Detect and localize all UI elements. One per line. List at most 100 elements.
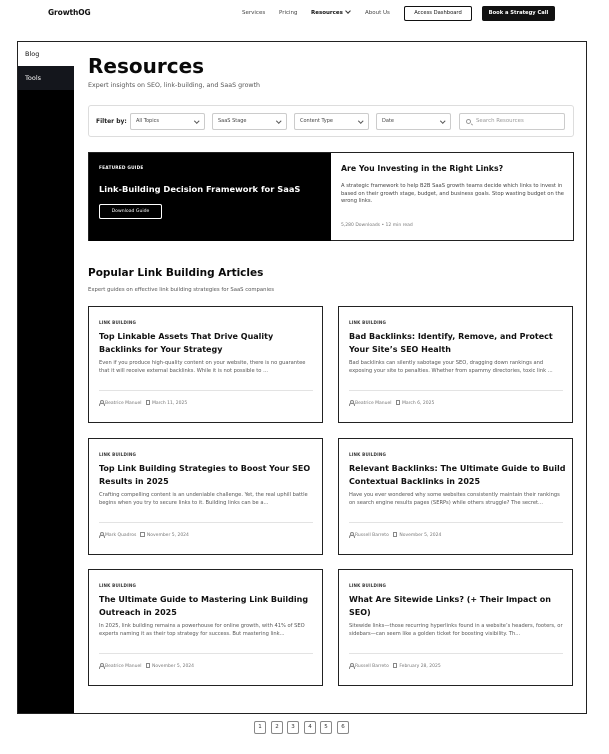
saas-stage-select-value: SaaS Stage [218,118,247,124]
featured-title: Link-Building Decision Framework for Saa… [99,184,301,194]
book-strategy-call-button[interactable]: Book a Strategy Call [482,6,555,21]
download-guide-button[interactable]: Download Guide [99,204,162,219]
article-date: November 5, 2024 [146,533,189,538]
article-meta: Beatrice Manuel March 6, 2025 [349,399,434,406]
topics-select-value: All Topics [136,118,159,124]
page-title: Resources [88,54,205,78]
article-meta: Mark Quadros November 5, 2024 [99,531,189,538]
article-author: Beatrice Manuel [105,401,142,406]
page-button-6[interactable]: 6 [337,721,349,734]
nav-link-pricing[interactable]: Pricing [279,10,298,16]
article-card[interactable]: LINK BUILDING Relevant Backlinks: The Ul… [338,438,573,555]
search-placeholder: Search Resources [476,118,524,124]
section-title: Popular Link Building Articles [88,267,264,279]
article-title[interactable]: What Are Sitewide Links? (+ Their Impact… [349,594,567,619]
top-navigation: GrowthOG Services Pricing Resources Abou… [0,0,609,28]
article-meta: Russell Barreto November 5, 2024 [349,531,441,538]
page-button-5[interactable]: 5 [320,721,332,734]
nav-link-resources[interactable]: Resources [311,8,351,16]
page-subtitle: Expert insights on SEO, link-building, a… [88,82,261,89]
divider [99,390,313,391]
sidebar-item-tools[interactable]: Tools [18,66,74,90]
nav-link-about[interactable]: About Us [365,10,390,16]
featured-heading[interactable]: Are You Investing in the Right Links? [341,164,503,173]
chevron-down-icon [357,118,363,124]
featured-description: A strategic framework to help B2B SaaS g… [341,183,564,205]
article-card[interactable]: LINK BUILDING The Ultimate Guide to Mast… [88,569,323,686]
featured-meta: 5,280 Downloads • 12 min read [341,223,413,228]
content-type-select-value: Content Type [300,118,333,124]
section-subtitle: Expert guides on effective link building… [88,287,275,293]
user-icon [349,399,355,406]
chevron-down-icon [275,118,281,124]
chevron-down-icon [193,118,199,124]
calendar-icon [392,663,398,668]
page-button-3[interactable]: 3 [287,721,299,734]
divider [349,653,563,654]
resources-frame: Blog Tools Resources Expert insights on … [17,41,587,714]
content-type-select[interactable]: Content Type [294,113,369,130]
article-tag: LINK BUILDING [349,452,387,457]
article-title[interactable]: Top Linkable Assets That Drive Quality B… [99,331,317,356]
divider [99,653,313,654]
calendar-icon [392,532,398,537]
saas-stage-select[interactable]: SaaS Stage [212,113,287,130]
divider [349,522,563,523]
page-button-2[interactable]: 2 [271,721,283,734]
user-icon [349,531,355,538]
article-card[interactable]: LINK BUILDING Bad Backlinks: Identify, R… [338,306,573,423]
featured-guide-card[interactable]: FEATURED GUIDE Link-Building Decision Fr… [88,152,574,241]
page-button-1[interactable]: 1 [254,721,266,734]
user-icon [99,531,105,538]
article-title[interactable]: Relevant Backlinks: The Ultimate Guide t… [349,463,567,488]
article-author: Beatrice Manuel [355,401,392,406]
logo[interactable]: GrowthOG [48,8,91,17]
article-excerpt: Even if you produce high-quality content… [99,360,306,375]
date-select-value: Date [382,118,394,124]
article-card[interactable]: LINK BUILDING Top Linkable Assets That D… [88,306,323,423]
article-meta: Beatrice Manuel March 11, 2025 [99,399,187,406]
topics-select[interactable]: All Topics [130,113,205,130]
article-date: November 5, 2024 [152,664,195,669]
article-excerpt: In 2025, link building remains a powerho… [99,623,305,638]
article-tag: LINK BUILDING [99,583,137,588]
article-author: Beatrice Manuel [105,664,142,669]
user-icon [99,399,105,406]
calendar-icon [145,400,151,405]
chevron-down-icon [439,118,445,124]
article-title[interactable]: Top Link Building Strategies to Boost Yo… [99,463,317,488]
article-card[interactable]: LINK BUILDING What Are Sitewide Links? (… [338,569,573,686]
calendar-icon [395,400,401,405]
divider [349,390,563,391]
article-tag: LINK BUILDING [349,583,387,588]
article-excerpt: Crafting compelling content is an undeni… [99,492,308,507]
article-author: Mark Quadros [105,533,137,538]
filter-bar: Filter by: All Topics SaaS Stage Content… [88,105,574,137]
calendar-icon [140,532,145,537]
article-title[interactable]: The Ultimate Guide to Mastering Link Bui… [99,594,317,619]
page-button-4[interactable]: 4 [304,721,316,734]
article-tag: LINK BUILDING [99,320,137,325]
sidebar: Blog Tools [18,42,74,713]
date-select[interactable]: Date [376,113,451,130]
nav-link-services[interactable]: Services [242,10,265,16]
article-tag: LINK BUILDING [349,320,387,325]
article-meta: Russell Barreto February 28, 2025 [349,662,441,669]
divider [99,522,313,523]
filter-label: Filter by: [96,118,127,125]
chevron-down-icon [345,8,351,14]
article-date: February 28, 2025 [399,664,441,669]
access-dashboard-button[interactable]: Access Dashboard [404,6,472,21]
featured-guide-banner: FEATURED GUIDE Link-Building Decision Fr… [89,153,331,241]
search-input[interactable]: Search Resources [459,113,565,130]
article-excerpt: Bad backlinks can silently sabotage your… [349,360,553,375]
article-excerpt: Have you ever wondered why some websites… [349,492,560,507]
search-icon [466,119,471,124]
article-title[interactable]: Bad Backlinks: Identify, Remove, and Pro… [349,331,567,356]
article-card[interactable]: LINK BUILDING Top Link Building Strategi… [88,438,323,555]
sidebar-item-blog[interactable]: Blog [18,42,74,66]
article-tag: LINK BUILDING [99,452,137,457]
article-author: Russell Barreto [355,664,389,669]
featured-tag: FEATURED GUIDE [99,166,144,171]
article-excerpt: Sitewide links—those recurring hyperlink… [349,623,563,638]
